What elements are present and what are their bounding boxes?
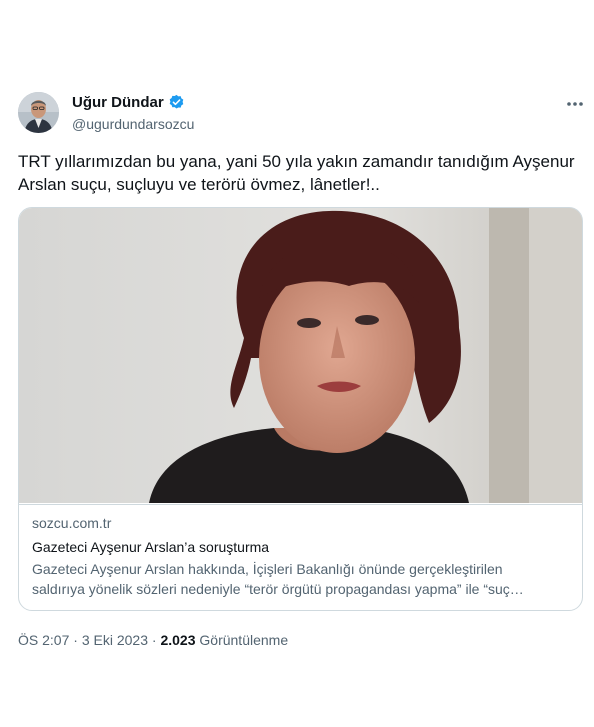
link-card-description-line: saldırıya yönelik sözleri nedeniyle “ter…: [32, 581, 524, 597]
verified-badge-icon: [169, 94, 183, 109]
link-card[interactable]: sozcu.com.tr Gazeteci Ayşenur Arslan’a s…: [18, 207, 583, 611]
tweet-text: TRT yıllarımızdan bu yana, yani 50 yıla …: [18, 152, 575, 194]
more-options-icon: [567, 102, 583, 106]
more-options-button[interactable]: [562, 96, 588, 112]
author-handle[interactable]: @ugurdundarsozcu: [72, 116, 194, 132]
views-count: 2.023: [160, 632, 196, 646]
link-card-description: Gazeteci Ayşenur Arslan hakkında, İçişle…: [32, 559, 577, 599]
avatar[interactable]: [18, 92, 59, 133]
author-name-row[interactable]: Uğur Dündar: [72, 94, 185, 111]
tweet-date[interactable]: 3 Eki 2023: [82, 632, 148, 646]
tweet: Uğur Dündar @ugurdundarsozcu TRT yılları…: [0, 0, 594, 727]
link-card-title: Gazeteci Ayşenur Arslan’a soruşturma: [32, 539, 270, 555]
meta-separator: ·: [148, 632, 161, 646]
views-label: Görüntülenme: [199, 632, 289, 646]
link-card-image[interactable]: [19, 208, 582, 503]
tweet-time[interactable]: ÖS 2:07: [18, 632, 69, 646]
meta-separator: ·: [69, 632, 82, 646]
tweet-meta-row: ÖS 2:07 · 3 Eki 2023 · 2.023 Görüntülenm…: [18, 630, 288, 646]
link-card-domain: sozcu.com.tr: [32, 515, 112, 531]
link-card-photo: [19, 208, 582, 503]
avatar-photo: [18, 92, 59, 133]
link-card-meta[interactable]: sozcu.com.tr Gazeteci Ayşenur Arslan’a s…: [19, 504, 582, 610]
link-card-description-line: Gazeteci Ayşenur Arslan hakkında, İçişle…: [32, 561, 503, 577]
author-name[interactable]: Uğur Dündar: [72, 94, 164, 111]
